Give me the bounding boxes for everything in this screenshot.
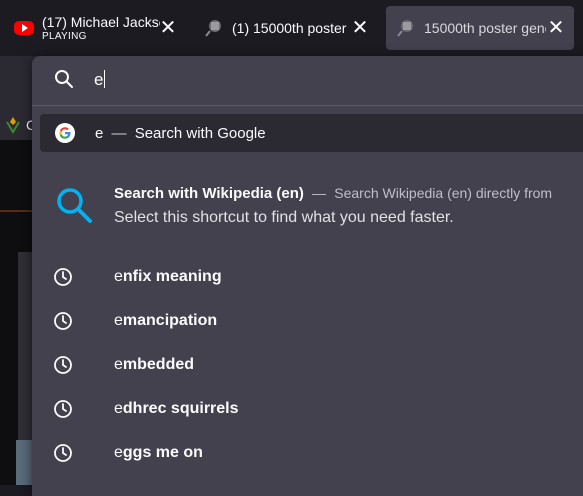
completion-part: dhrec squirrels: [122, 400, 239, 417]
tab-playing-label: PLAYING: [42, 31, 87, 42]
tab-youtube[interactable]: (17) Michael Jackson PLAYING ✕: [4, 6, 184, 50]
divider: [32, 105, 583, 106]
search-icon: [57, 188, 92, 223]
completion-part: nfix meaning: [122, 268, 222, 285]
page-icon: [205, 20, 221, 37]
tab-title: (17) Michael Jackson: [42, 14, 160, 30]
typed-part: e: [114, 400, 123, 417]
tab-close-button[interactable]: ✕: [350, 18, 370, 38]
shortcut-name: Search with Wikipedia (en): [114, 185, 304, 202]
tab-strip: (17) Michael Jackson PLAYING ✕ (1) 15000…: [0, 0, 583, 56]
youtube-icon: [14, 21, 34, 35]
tab-close-button[interactable]: ✕: [158, 18, 178, 38]
page-icon: [397, 20, 413, 37]
separator: —: [312, 185, 327, 201]
tab-title: (1) 15000th poster: [232, 20, 347, 36]
completion-part: mancipation: [122, 312, 218, 329]
clock-icon: [54, 312, 72, 330]
tab-poster-2[interactable]: 15000th poster genera ✕: [386, 6, 574, 50]
typed-part: e: [114, 356, 123, 373]
google-icon: [55, 123, 75, 143]
history-suggestion-text: edhrec squirrels: [114, 400, 239, 418]
search-icon: [55, 70, 73, 88]
completion-part: ggs me on: [122, 444, 203, 461]
history-suggestion-text: embedded: [114, 356, 194, 374]
separator: —: [111, 125, 127, 142]
urlbar-input[interactable]: e: [94, 70, 106, 90]
history-suggestion[interactable]: enfix meaning: [32, 259, 583, 295]
urlbar-popup: e e — Search with Google Search with Wik…: [32, 56, 583, 496]
shortcut-description: Search Wikipedia (en) directly from: [334, 185, 553, 201]
completion-part: mbedded: [122, 356, 195, 373]
google-suggestion-text: e — Search with Google: [95, 125, 266, 142]
history-suggestion[interactable]: embedded: [32, 347, 583, 383]
google-search-suggestion[interactable]: e — Search with Google: [40, 114, 583, 152]
tab-poster-1[interactable]: (1) 15000th poster ✕: [194, 6, 376, 50]
urlbar-input-value: e: [94, 70, 104, 89]
typed-part: e: [114, 268, 123, 285]
history-suggestion[interactable]: eggs me on: [32, 435, 583, 471]
bookmark-favicon-icon: [6, 117, 20, 134]
history-suggestion-text: eggs me on: [114, 444, 203, 462]
history-suggestion[interactable]: emancipation: [32, 303, 583, 339]
typed-part: e: [114, 312, 123, 329]
clock-icon: [54, 444, 72, 462]
clock-icon: [54, 400, 72, 418]
suggestion-action: Search with Google: [134, 125, 266, 142]
tab-title: 15000th poster genera: [424, 20, 546, 36]
shortcut-hint: Select this shortcut to find what you ne…: [114, 209, 454, 226]
clock-icon: [54, 268, 72, 286]
history-suggestion[interactable]: edhrec squirrels: [32, 391, 583, 427]
tab-close-button[interactable]: ✕: [546, 18, 566, 38]
history-suggestion-text: enfix meaning: [114, 268, 222, 286]
history-suggestion-text: emancipation: [114, 312, 217, 330]
wikipedia-shortcut-title: Search with Wikipedia (en) — Search Wiki…: [114, 185, 552, 202]
text-caret: [104, 70, 106, 88]
clock-icon: [54, 356, 72, 374]
suggestion-query: e: [95, 125, 104, 142]
typed-part: e: [114, 444, 123, 461]
